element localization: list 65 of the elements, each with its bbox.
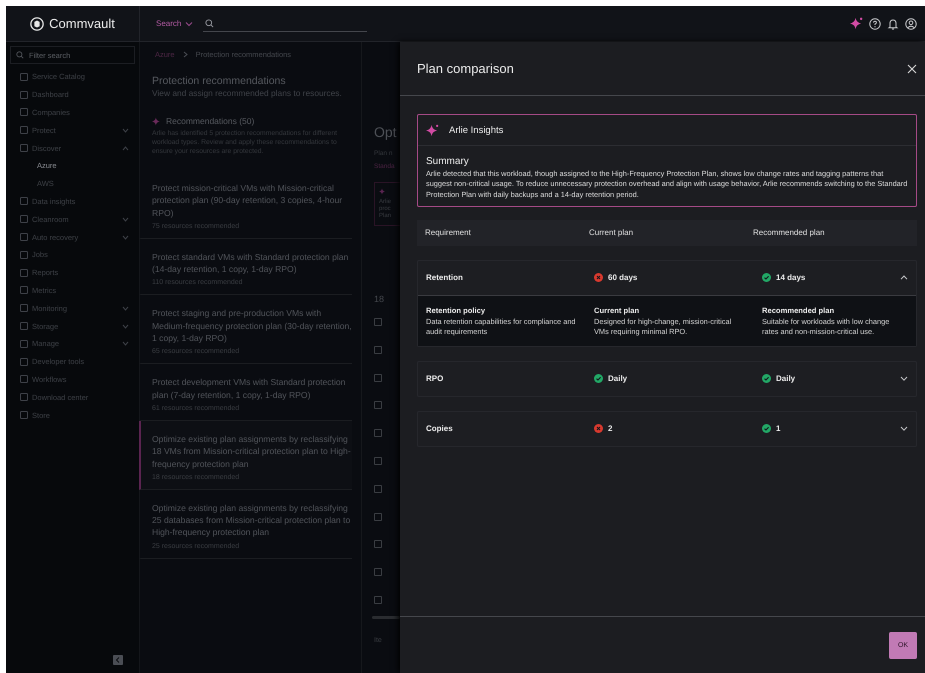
cube-logo-icon: [30, 16, 44, 30]
search-icon: [16, 51, 24, 59]
close-icon[interactable]: [907, 64, 917, 74]
recommendations-heading: Recommendations (50): [166, 116, 254, 126]
square-icon: [20, 375, 28, 384]
summary-title: Summary: [426, 156, 470, 167]
plan-value: Daily: [608, 374, 628, 384]
chevron-icon[interactable]: [900, 426, 908, 432]
row-checkbox[interactable]: [374, 374, 382, 382]
sparkle-icon[interactable]: [850, 17, 863, 30]
user-icon[interactable]: [905, 18, 917, 30]
logo-text: Commvault: [49, 16, 115, 31]
chevron-icon[interactable]: [900, 376, 908, 382]
row-checkbox[interactable]: [374, 456, 382, 465]
requirement-name: RPO: [426, 374, 444, 384]
square-icon: [20, 233, 28, 242]
row-checkbox[interactable]: [374, 568, 382, 576]
chevron-right-icon: [182, 50, 188, 58]
square-icon: [20, 304, 28, 312]
collapse-panel-icon[interactable]: [113, 655, 123, 665]
sparkle-icon: [426, 124, 439, 136]
bell-icon[interactable]: [887, 18, 899, 30]
square-icon: [20, 411, 28, 420]
search-scope-dropdown[interactable]: Search: [156, 19, 194, 28]
square-icon: [20, 322, 28, 330]
square-icon: [20, 250, 28, 259]
row-checkbox[interactable]: [374, 429, 382, 438]
search-icon: [205, 18, 214, 28]
square-icon: [20, 215, 28, 224]
sparkle-icon: [152, 116, 161, 126]
requirement-name: Retention: [426, 273, 464, 282]
caret-icon: [185, 20, 194, 28]
plan-value: 2: [608, 424, 612, 434]
square-icon: [20, 286, 28, 294]
square-icon: [20, 72, 28, 81]
square-icon: [20, 340, 28, 348]
square-icon: [20, 268, 28, 277]
item-count: 18: [374, 294, 386, 304]
plan-value: 14 days: [776, 273, 806, 282]
row-checkbox[interactable]: [374, 318, 382, 326]
row-checkbox[interactable]: [374, 512, 382, 521]
row-checkbox[interactable]: [374, 540, 382, 548]
chevron-icon[interactable]: [900, 275, 908, 280]
detail-title: Opt: [374, 124, 398, 140]
requirement-name: Copies: [426, 424, 454, 434]
square-icon: [20, 393, 28, 402]
row-checkbox[interactable]: [374, 401, 382, 410]
row-checkbox[interactable]: [374, 484, 382, 493]
square-icon: [20, 197, 28, 206]
square-icon: [20, 90, 28, 99]
square-icon: [20, 108, 28, 116]
plan-value: 60 days: [608, 273, 638, 282]
square-icon: [20, 126, 28, 134]
row-checkbox[interactable]: [374, 596, 382, 604]
square-icon: [20, 144, 28, 152]
plan-value: Daily: [776, 374, 796, 384]
square-icon: [20, 358, 28, 366]
plan-value: 1: [776, 424, 780, 434]
table-header: Requirement Current plan Recommended plan: [417, 220, 917, 246]
page-title: Protection recommendations: [152, 75, 287, 87]
sparkle-icon: [379, 188, 386, 195]
help-icon[interactable]: [869, 18, 881, 30]
drawer-title: Plan comparison: [417, 61, 514, 76]
insights-title: Arlie Insights: [449, 124, 504, 136]
row-checkbox[interactable]: [374, 346, 382, 354]
